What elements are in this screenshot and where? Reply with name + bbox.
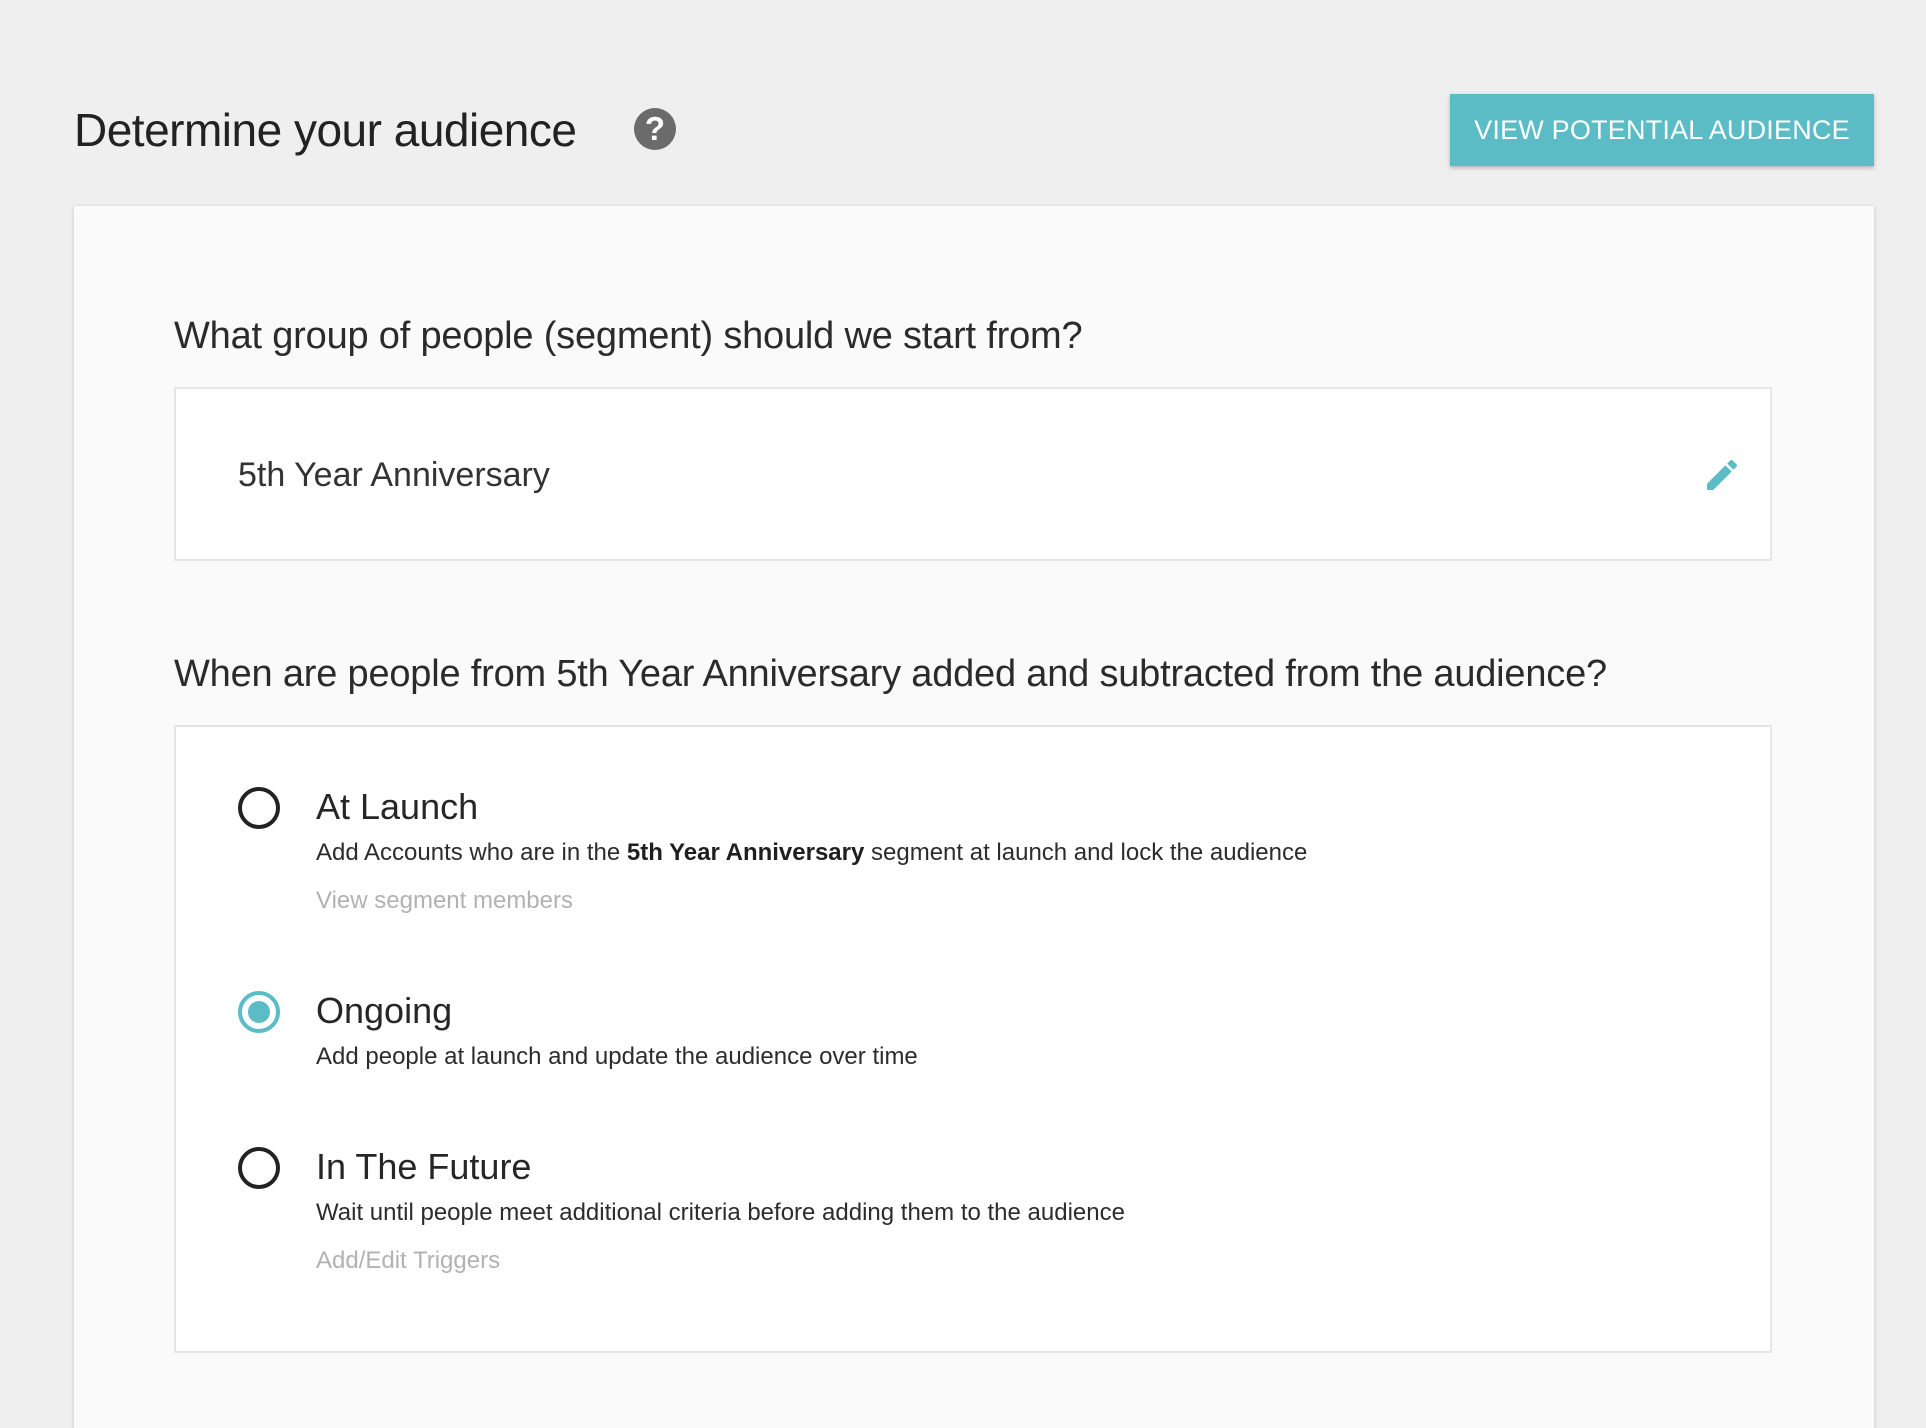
timing-options: At Launch Add Accounts who are in the 5t… [174,725,1772,1353]
segment-selector[interactable]: 5th Year Anniversary [174,387,1772,561]
page-header: Determine your audience ? VIEW POTENTIAL… [74,94,1874,166]
desc-prefix: Add Accounts who are in the [316,839,627,866]
audience-card: What group of people (segment) should we… [74,206,1874,1428]
desc-segment-name: 5th Year Anniversary [626,839,865,866]
desc-suffix: segment at launch and lock the audience [864,839,1308,866]
page: Determine your audience ? VIEW POTENTIAL… [0,0,1926,1428]
option-label: Ongoing [316,990,453,1031]
radio-at-launch[interactable] [238,787,280,829]
view-segment-members-link[interactable]: View segment members [316,885,573,917]
option-description: Wait until people meet additional criter… [316,1199,1125,1226]
segment-question: What group of people (segment) should we… [174,315,1083,357]
option-description: Add Accounts who are in the 5th Year Ann… [316,837,1307,869]
option-description: Add people at launch and update the audi… [316,1043,918,1070]
radio-ongoing[interactable] [238,991,280,1033]
option-label: At Launch [316,786,479,827]
selected-segment-name: 5th Year Anniversary [238,456,550,494]
radio-in-the-future[interactable] [238,1147,280,1189]
timing-question: When are people from 5th Year Anniversar… [174,653,1607,695]
help-icon[interactable]: ? [634,108,676,150]
option-label: In The Future [316,1146,532,1187]
page-title: Determine your audience [74,104,577,156]
view-potential-audience-button[interactable]: VIEW POTENTIAL AUDIENCE [1450,94,1874,166]
add-edit-triggers-link[interactable]: Add/Edit Triggers [316,1245,500,1277]
pencil-icon[interactable] [1702,455,1742,495]
